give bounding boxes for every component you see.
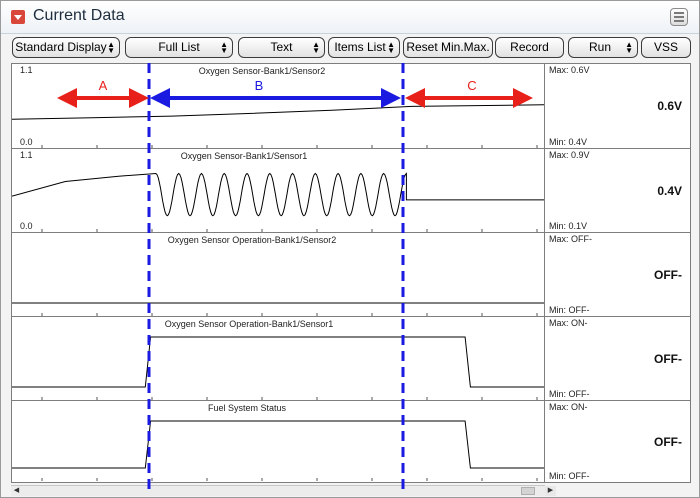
scrollbar-thumb[interactable] — [521, 487, 535, 495]
current-data-window: Current Data Standard Display ▲ ▼ Full Lis… — [0, 0, 700, 498]
full-list-label: Full List — [158, 40, 200, 54]
min-value-label: Min: OFF- — [549, 305, 590, 315]
graph-svg — [12, 172, 544, 232]
value-panel: Max: ON- OFF- Min: OFF- — [545, 401, 690, 482]
text-label: Text — [270, 40, 293, 54]
graph-title: Oxygen Sensor Operation-Bank1/Sensor1 — [164, 319, 334, 329]
graph-plot: Fuel System Status — [12, 401, 545, 482]
y-min-label: 0.0 — [20, 221, 33, 231]
run-select[interactable]: Run ▲ ▼ — [568, 37, 638, 58]
graph-plot: 1.1 0.0 Oxygen Sensor-Bank1/Sensor1 — [12, 149, 545, 232]
y-max-label: 1.1 — [20, 150, 33, 160]
graph-title: Fuel System Status — [207, 403, 287, 413]
max-value-label: Max: ON- — [549, 402, 588, 412]
menu-icon[interactable] — [670, 8, 688, 26]
graph-row[interactable]: Oxygen Sensor Operation-Bank1/Sensor1 Ma… — [12, 317, 690, 401]
graph-plot: 1.1 0.0 Oxygen Sensor-Bank1/Sensor2 — [12, 64, 545, 148]
current-value: 0.6V — [657, 99, 682, 113]
min-value-label: Min: 0.4V — [549, 137, 588, 147]
signal-trace — [12, 336, 544, 388]
scroll-right-arrow-icon[interactable]: ▶ — [545, 486, 556, 496]
graph-svg — [12, 302, 544, 316]
max-value-label: Max: 0.6V — [549, 65, 590, 75]
title-bar: Current Data — [1, 1, 699, 34]
standard-display-label: Standard Display — [15, 40, 107, 54]
current-value: 0.4V — [657, 183, 682, 198]
graph-svg — [12, 336, 544, 400]
graph-plot: Oxygen Sensor Operation-Bank1/Sensor1 — [12, 317, 545, 400]
signal-trace — [12, 420, 544, 469]
signal-trace — [12, 104, 544, 120]
graph-row[interactable]: Oxygen Sensor Operation-Bank1/Sensor2 Ma… — [12, 233, 690, 317]
current-value: OFF- — [654, 267, 682, 282]
graph-svg — [12, 104, 544, 148]
full-list-select[interactable]: Full List ▲ ▼ — [125, 37, 233, 58]
select-arrows-icon: ▲ ▼ — [107, 39, 115, 55]
min-value-label: Min: 0.1V — [549, 221, 588, 231]
max-value-label: Max: OFF- — [549, 234, 592, 244]
select-arrows-icon: ▲ ▼ — [220, 39, 228, 55]
value-panel: Max: ON- OFF- Min: OFF- — [545, 317, 690, 400]
region-label-c: C — [464, 79, 480, 93]
current-value: OFF- — [654, 351, 682, 366]
standard-display-select[interactable]: Standard Display ▲ ▼ — [12, 37, 120, 58]
signal-trace — [12, 172, 544, 217]
max-value-label: Max: ON- — [549, 318, 588, 328]
window-title: Current Data — [33, 7, 125, 24]
items-list-select[interactable]: Items List ▲ ▼ — [328, 37, 400, 58]
y-min-label: 0.0 — [20, 137, 33, 147]
scroll-left-arrow-icon[interactable]: ◀ — [11, 486, 22, 496]
select-arrows-icon: ▲ ▼ — [625, 39, 633, 55]
y-max-label: 1.1 — [20, 65, 33, 75]
region-label-b: B — [251, 79, 267, 93]
select-arrows-icon: ▲ ▼ — [387, 39, 395, 55]
items-list-label: Items List — [334, 40, 386, 54]
select-arrows-icon: ▲ ▼ — [312, 39, 320, 55]
collapse-icon[interactable] — [11, 10, 25, 24]
graph-row[interactable]: Fuel System Status Max: ON- OFF- Min: OF… — [12, 401, 690, 482]
min-value-label: Min: OFF- — [549, 471, 590, 481]
value-panel: Max: 0.9V 0.4V Min: 0.1V — [545, 149, 690, 232]
text-select[interactable]: Text ▲ ▼ — [238, 37, 325, 58]
graph-title: Oxygen Sensor-Bank1/Sensor1 — [180, 151, 308, 161]
value-panel: Max: OFF- OFF- Min: OFF- — [545, 233, 690, 316]
value-panel: Max: 0.6V 0.6V Min: 0.4V — [545, 64, 690, 148]
graph-row[interactable]: 1.1 0.0 Oxygen Sensor-Bank1/Sensor1 Max:… — [12, 149, 690, 233]
graph-title: Oxygen Sensor-Bank1/Sensor2 — [198, 66, 326, 76]
toolbar: Standard Display ▲ ▼ Full List ▲ ▼ Text ▲ ▼ It… — [1, 35, 699, 61]
horizontal-scrollbar[interactable]: ◀ ▶ — [11, 485, 556, 496]
region-label-a: A — [95, 79, 111, 93]
graph-plot: Oxygen Sensor Operation-Bank1/Sensor2 — [12, 233, 545, 316]
run-label: Run — [588, 40, 611, 54]
vss-button[interactable]: VSS — [641, 37, 691, 58]
max-value-label: Max: 0.9V — [549, 150, 590, 160]
graph-svg — [12, 420, 544, 481]
min-value-label: Min: OFF- — [549, 389, 590, 399]
graph-row[interactable]: 1.1 0.0 Oxygen Sensor-Bank1/Sensor2 Max:… — [12, 64, 690, 149]
reset-min-max-button[interactable]: Reset Min.Max. — [403, 37, 493, 58]
graph-title: Oxygen Sensor Operation-Bank1/Sensor2 — [167, 235, 337, 245]
current-value: OFF- — [654, 434, 682, 449]
record-button[interactable]: Record — [495, 37, 564, 58]
graph-area: 1.1 0.0 Oxygen Sensor-Bank1/Sensor2 Max:… — [11, 63, 691, 483]
